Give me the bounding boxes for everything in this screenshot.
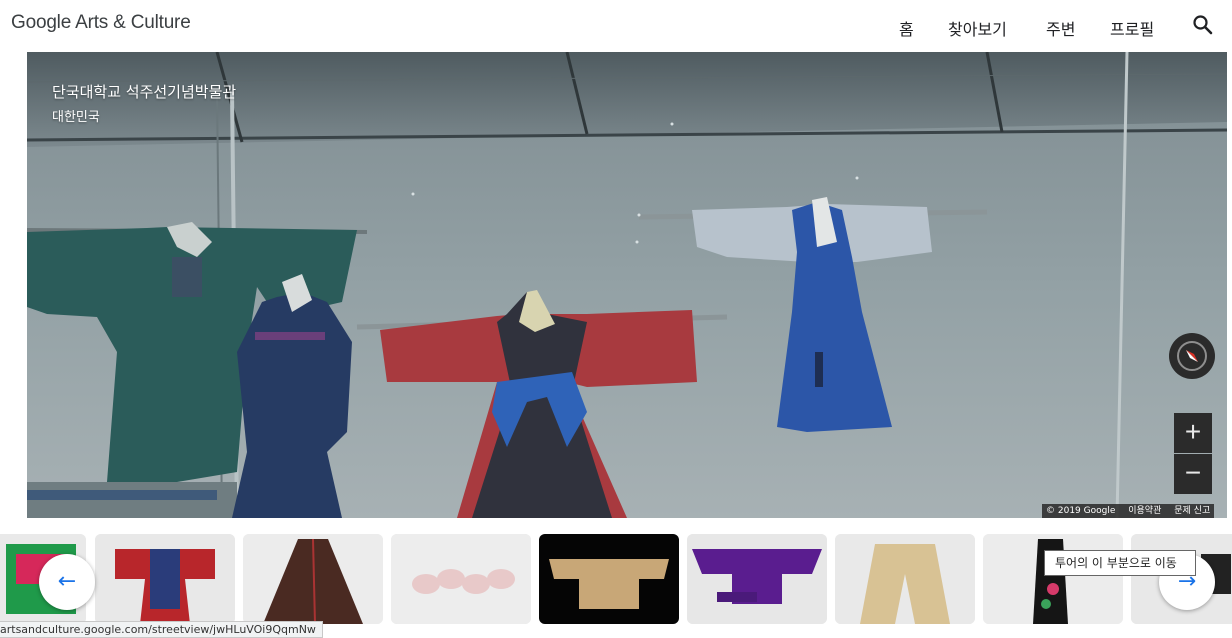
tour-thumbnail[interactable] xyxy=(687,534,827,624)
top-header: Google Arts & Culture 홈 찾아보기 주변 프로필 xyxy=(0,0,1232,52)
tour-thumbnail[interactable] xyxy=(95,534,235,624)
browser-status-bar: artsandculture.google.com/streetview/jwH… xyxy=(0,621,323,638)
compass-icon[interactable] xyxy=(1169,333,1215,379)
exhibit-scene xyxy=(27,52,1227,518)
report-problem-link[interactable]: 문제 신고 xyxy=(1174,506,1210,516)
nav-profile[interactable]: 프로필 xyxy=(1110,16,1154,40)
tour-thumbnail[interactable] xyxy=(391,534,531,624)
thumbnail-tooltip: 투어의 이 부분으로 이동 xyxy=(1044,550,1196,576)
nav-home[interactable]: 홈 xyxy=(899,16,914,40)
copyright-text: © 2019 Google xyxy=(1046,506,1116,516)
map-attribution: © 2019 Google 이용약관 문제 신고 xyxy=(1042,504,1215,518)
search-icon[interactable] xyxy=(1191,13,1215,37)
nav-nearby[interactable]: 주변 xyxy=(1046,16,1075,40)
tour-thumbnail[interactable] xyxy=(983,534,1123,624)
streetview-panorama[interactable]: 단국대학교 석주선기념박물관 대한민국 + − © 2019 Google 이용… xyxy=(27,52,1227,518)
tour-thumbnail[interactable] xyxy=(243,534,383,624)
nav-explore[interactable]: 찾아보기 xyxy=(948,16,1007,40)
museum-title: 단국대학교 석주선기념박물관 xyxy=(52,83,237,101)
zoom-out-button[interactable]: − xyxy=(1174,454,1212,494)
museum-location: 대한민국 xyxy=(52,110,100,125)
zoom-in-button[interactable]: + xyxy=(1174,413,1212,453)
site-logo[interactable]: Google Arts & Culture xyxy=(11,12,191,34)
tour-thumbnail[interactable] xyxy=(835,534,975,624)
tour-thumbnail[interactable] xyxy=(539,534,679,624)
prev-arrow-button[interactable]: ← xyxy=(39,554,95,610)
terms-link[interactable]: 이용약관 xyxy=(1128,506,1161,516)
